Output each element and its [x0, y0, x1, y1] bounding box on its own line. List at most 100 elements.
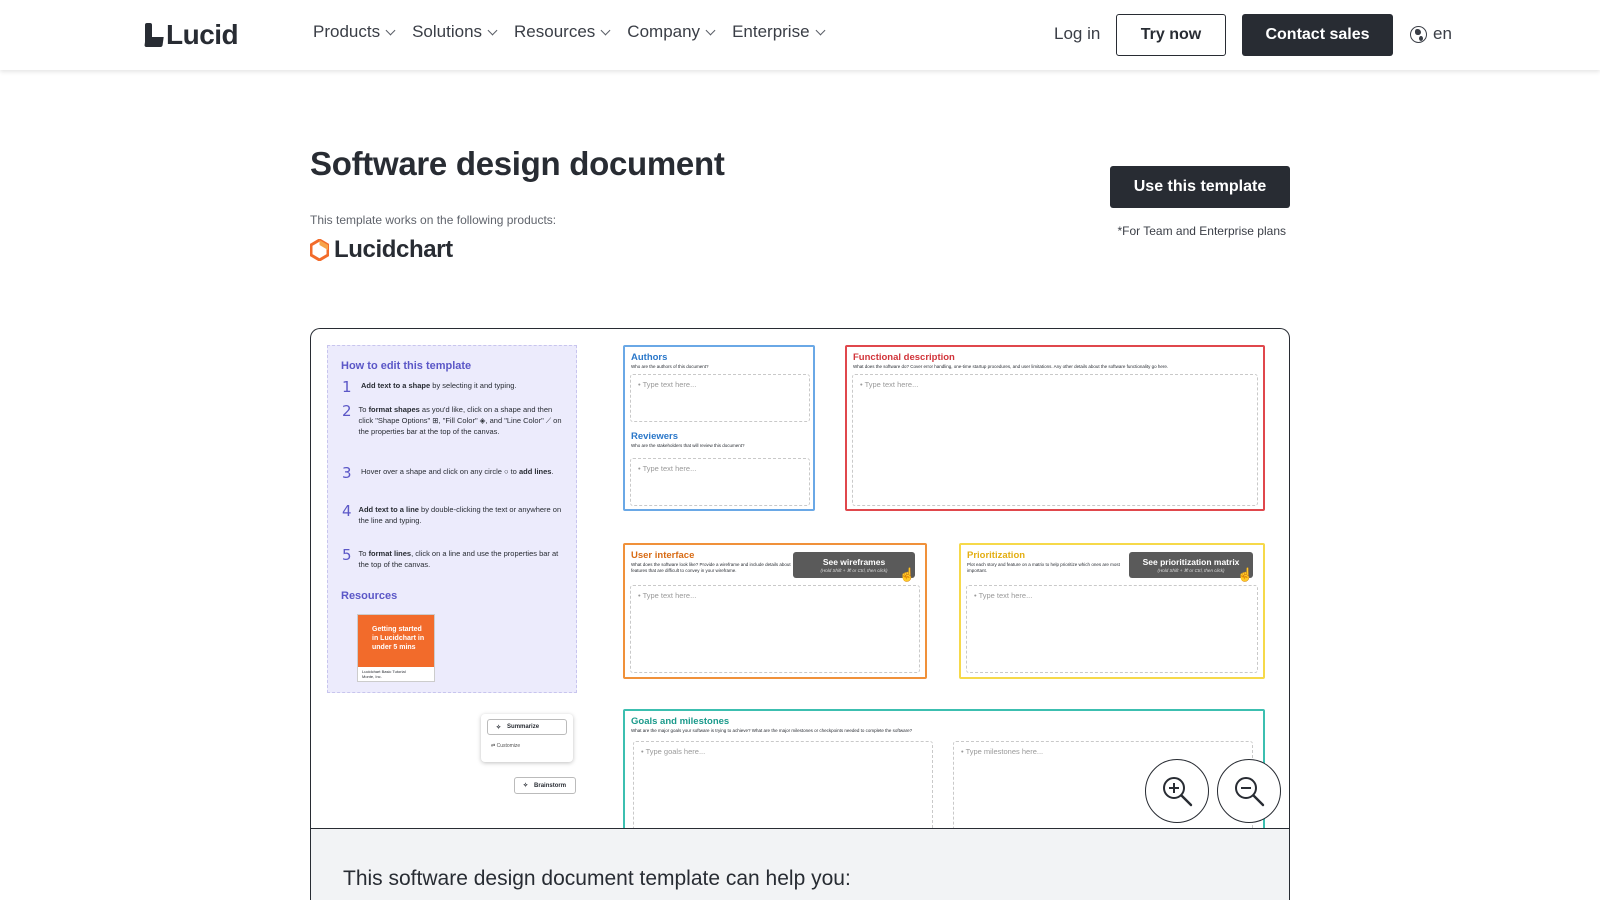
lucid-logo[interactable]: Lucid [145, 19, 239, 50]
step-rest: . [551, 467, 554, 476]
customize-option[interactable]: ⇄ Customize [491, 743, 520, 749]
prioritization-placeholder: • Type text here... [974, 591, 1033, 600]
see-prioritization-hint: (Hold Shift + ⌘ or Ctrl, then click) [1157, 568, 1225, 573]
step-bold: format shapes [368, 405, 420, 414]
chevron-down-icon [815, 25, 825, 36]
use-template-button[interactable]: Use this template [1110, 166, 1290, 208]
authors-sub: Who are the authors of this document? [631, 364, 709, 369]
resource-card-org: Monte, Inc. [362, 674, 382, 679]
menu-company[interactable]: Company [627, 22, 716, 42]
benefits-section: This software design document template c… [310, 828, 1290, 900]
zoom-in-button[interactable] [1145, 759, 1209, 823]
step-text: Hover over a shape and click on any circ… [361, 466, 554, 480]
authors-placeholder: • Type text here... [638, 380, 697, 389]
step-pre: To [358, 405, 369, 414]
ui-title: User interface [631, 550, 695, 561]
functional-box: Functional description What does the sof… [845, 345, 1265, 511]
chevron-down-icon [705, 25, 716, 36]
resource-card[interactable]: Getting started in Lucidchart in under 5… [357, 614, 435, 682]
step-number: 1 [342, 378, 352, 396]
reviewers-sub: Who are the stakeholders that will revie… [631, 443, 745, 448]
see-wireframes-button[interactable]: See wireframes (Hold Shift + ⌘ or Ctrl, … [793, 552, 915, 578]
menu-solutions[interactable]: Solutions [412, 22, 498, 42]
prioritization-box: Prioritization Plot each story and featu… [959, 543, 1265, 679]
chevron-down-icon [600, 25, 611, 36]
summarize-label: Summarize [507, 724, 540, 730]
resource-card-title: Getting started in Lucidchart in under 5… [358, 615, 434, 667]
resources-title: Resources [341, 590, 398, 602]
summarize-button[interactable]: ✧ Summarize [487, 719, 567, 735]
ai-controls-panel: ✧ Summarize ⇄ Customize [481, 714, 573, 762]
menu-resources[interactable]: Resources [514, 22, 611, 42]
goals-sub: What are the major goals your software i… [631, 728, 913, 733]
step-bold: add lines [518, 467, 552, 476]
see-prioritization-label: See prioritization matrix [1142, 557, 1240, 567]
lucid-logo-icon [145, 23, 163, 47]
works-on-label: This template works on the following pro… [310, 213, 557, 227]
lucidchart-icon [310, 239, 329, 261]
main-menu: Products Solutions Resources Company Ent… [313, 22, 825, 42]
ui-box: User interface What does the software lo… [623, 543, 927, 679]
menu-products[interactable]: Products [313, 22, 396, 42]
howto-title: How to edit this template [341, 360, 472, 372]
menu-solutions-label: Solutions [412, 22, 483, 41]
step-text: To format lines, click on a line and use… [359, 548, 567, 570]
menu-resources-label: Resources [514, 22, 596, 41]
functional-input[interactable]: • Type text here... [852, 374, 1258, 506]
resource-card-meta: Lucidchart Basic Tutorial Monte, Inc. [362, 669, 406, 679]
prioritization-title: Prioritization [967, 550, 1026, 561]
brainstorm-button[interactable]: ✧ Brainstorm [514, 777, 576, 794]
step-pre: Hover over a shape and click on any circ… [361, 467, 519, 476]
howto-step: 1 Add text to a shape by selecting it an… [342, 378, 567, 396]
authors-box: Authors Who are the authors of this docu… [623, 345, 815, 511]
chevron-down-icon [385, 25, 396, 36]
goals-placeholder: • Type goals here... [641, 747, 706, 756]
functional-sub: What does the software do? Cover error h… [853, 364, 1169, 369]
step-pre: To [358, 549, 369, 558]
sparkle-icon: ✧ [496, 724, 502, 731]
hand-cursor-icon: ☝ [1237, 567, 1254, 582]
menu-products-label: Products [313, 22, 381, 41]
authors-input[interactable]: • Type text here... [630, 374, 810, 422]
step-text: Add text to a line by double-clicking th… [359, 504, 567, 526]
step-text: To format shapes as you'd like, click on… [359, 404, 567, 437]
lucidchart-text: Lucidchart [334, 236, 453, 263]
lucid-logo-text: Lucid [166, 19, 239, 50]
step-text: Add text to a shape by selecting it and … [361, 380, 517, 394]
howto-step: 3 Hover over a shape and click on any ci… [342, 464, 567, 482]
authors-title: Authors [631, 352, 668, 363]
menu-company-label: Company [627, 22, 701, 41]
language-selector[interactable]: en [1410, 24, 1452, 44]
contact-sales-button[interactable]: Contact sales [1242, 14, 1393, 56]
see-wireframes-label: See wireframes [822, 557, 886, 567]
see-wireframes-hint: (Hold Shift + ⌘ or Ctrl, then click) [820, 568, 888, 573]
ui-placeholder: • Type text here... [638, 591, 697, 600]
chevron-down-icon [487, 25, 498, 36]
plans-note: *For Team and Enterprise plans [1117, 224, 1286, 238]
goals-input[interactable]: • Type goals here... [633, 741, 933, 828]
reviewers-title: Reviewers [631, 431, 679, 442]
zoom-out-button[interactable] [1217, 759, 1281, 823]
sparkle-icon: ✧ [523, 783, 529, 789]
reviewers-input[interactable]: • Type text here... [630, 458, 810, 506]
milestones-placeholder: • Type milestones here... [961, 747, 1044, 756]
step-bold: Add text to a line [358, 505, 419, 514]
zoom-in-icon [1163, 777, 1193, 807]
try-now-button[interactable]: Try now [1116, 14, 1226, 56]
functional-title: Functional description [853, 352, 955, 363]
menu-enterprise[interactable]: Enterprise [732, 22, 825, 42]
page-title: Software design document [310, 145, 725, 182]
hand-cursor-icon: ☝ [899, 567, 916, 582]
step-bold: format lines [368, 549, 412, 558]
howto-step: 2 To format shapes as you'd like, click … [342, 404, 567, 437]
prioritization-input[interactable]: • Type text here... [966, 585, 1258, 673]
template-preview[interactable]: How to edit this template 1 Add text to … [310, 328, 1290, 828]
ui-input[interactable]: • Type text here... [630, 585, 920, 673]
see-prioritization-button[interactable]: See prioritization matrix (Hold Shift + … [1129, 552, 1253, 578]
customize-label: Customize [496, 743, 521, 749]
menu-enterprise-label: Enterprise [732, 22, 810, 41]
benefits-intro: This software design document template c… [343, 867, 851, 890]
step-number: 3 [342, 464, 352, 482]
functional-placeholder: • Type text here... [860, 380, 919, 389]
login-link[interactable]: Log in [1054, 24, 1100, 44]
